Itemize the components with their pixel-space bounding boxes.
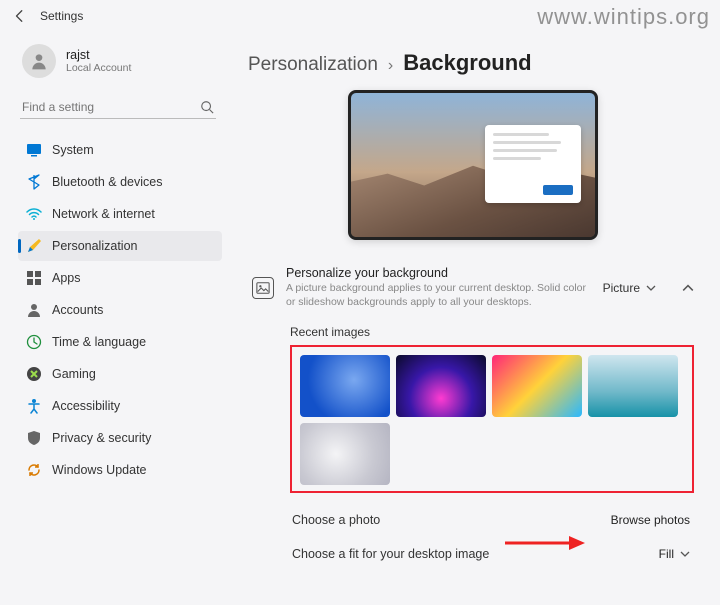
personalize-background-section[interactable]: Personalize your background A picture ba… (248, 258, 698, 317)
recent-image-thumb[interactable] (492, 355, 582, 417)
choose-photo-row: Choose a photo Browse photos (248, 503, 698, 537)
accounts-icon (26, 302, 42, 318)
user-name: rajst (66, 48, 131, 62)
nav-accounts[interactable]: Accounts (18, 295, 222, 325)
nav-bluetooth[interactable]: Bluetooth & devices (18, 167, 222, 197)
window-title: Settings (40, 9, 83, 23)
chevron-down-icon (680, 549, 690, 559)
nav-system[interactable]: System (18, 135, 222, 165)
section-title: Personalize your background (286, 266, 589, 280)
background-type-dropdown[interactable]: Picture (601, 277, 658, 299)
recent-image-thumb[interactable] (300, 355, 390, 417)
nav-network[interactable]: Network & internet (18, 199, 222, 229)
accessibility-icon (26, 398, 42, 414)
system-icon (26, 142, 42, 158)
choose-fit-row: Choose a fit for your desktop image Fill (248, 537, 698, 571)
update-icon (26, 462, 42, 478)
paintbrush-icon (26, 238, 42, 254)
nav-label: Network & internet (52, 207, 155, 221)
search-input[interactable] (22, 100, 200, 114)
search-icon (200, 100, 214, 114)
nav-apps[interactable]: Apps (18, 263, 222, 293)
nav-time-language[interactable]: Time & language (18, 327, 222, 357)
dropdown-value: Fill (659, 547, 674, 561)
gaming-icon (26, 366, 42, 382)
nav-accessibility[interactable]: Accessibility (18, 391, 222, 421)
user-account-block[interactable]: rajst Local Account (18, 36, 222, 90)
nav-windows-update[interactable]: Windows Update (18, 455, 222, 485)
back-button[interactable] (12, 8, 28, 24)
nav-label: System (52, 143, 94, 157)
wifi-icon (26, 206, 42, 222)
watermark: www.wintips.org (537, 4, 710, 30)
chevron-up-icon[interactable] (682, 282, 694, 294)
breadcrumb-current: Background (403, 50, 531, 76)
main-panel: Personalization › Background (230, 32, 720, 605)
sidebar: rajst Local Account System Bluetooth & d… (0, 32, 230, 605)
nav-label: Apps (52, 271, 81, 285)
clock-icon (26, 334, 42, 350)
nav-label: Bluetooth & devices (52, 175, 163, 189)
nav-personalization[interactable]: Personalization (18, 231, 222, 261)
recent-images-box (290, 345, 694, 493)
breadcrumb-parent[interactable]: Personalization (248, 54, 378, 76)
choose-fit-label: Choose a fit for your desktop image (292, 547, 489, 561)
nav-label: Gaming (52, 367, 96, 381)
picture-icon (252, 277, 274, 299)
user-account-type: Local Account (66, 62, 131, 74)
nav-label: Windows Update (52, 463, 147, 477)
nav-gaming[interactable]: Gaming (18, 359, 222, 389)
avatar (22, 44, 56, 78)
choose-photo-label: Choose a photo (292, 513, 380, 527)
recent-image-thumb[interactable] (588, 355, 678, 417)
dropdown-value: Picture (603, 281, 640, 295)
shield-icon (26, 430, 42, 446)
nav-label: Accessibility (52, 399, 120, 413)
breadcrumb-separator: › (388, 57, 393, 75)
nav-label: Privacy & security (52, 431, 151, 445)
nav-privacy[interactable]: Privacy & security (18, 423, 222, 453)
fit-dropdown[interactable]: Fill (659, 547, 690, 561)
chevron-down-icon (646, 283, 656, 293)
search-field[interactable] (20, 96, 216, 119)
recent-image-thumb[interactable] (300, 423, 390, 485)
nav-label: Time & language (52, 335, 146, 349)
nav-label: Accounts (52, 303, 103, 317)
apps-icon (26, 270, 42, 286)
browse-photos-button[interactable]: Browse photos (611, 513, 690, 527)
bluetooth-icon (26, 174, 42, 190)
breadcrumb: Personalization › Background (248, 50, 698, 76)
recent-image-thumb[interactable] (396, 355, 486, 417)
recent-images-heading: Recent images (290, 325, 698, 339)
nav-label: Personalization (52, 239, 137, 253)
section-desc: A picture background applies to your cur… (286, 282, 589, 309)
desktop-preview (348, 90, 598, 240)
